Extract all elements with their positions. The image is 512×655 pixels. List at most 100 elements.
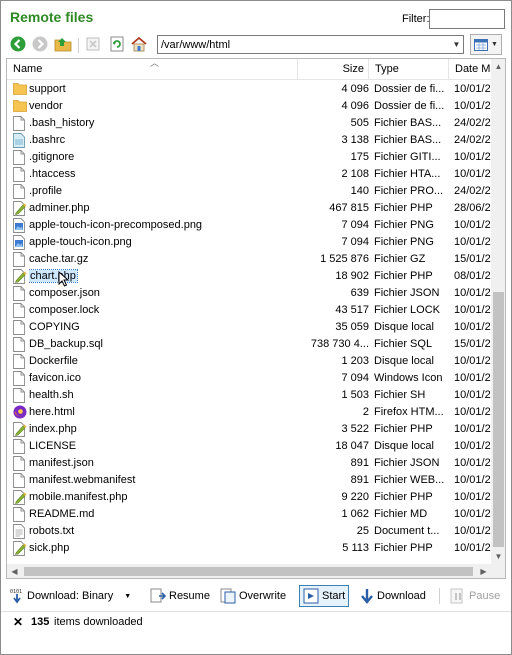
path-input[interactable]: [157, 35, 464, 54]
home-icon[interactable]: [130, 35, 148, 53]
file-name-text: .htaccess: [29, 168, 76, 180]
parent-folder-icon[interactable]: [54, 35, 72, 53]
file-size: 738 730 4...: [303, 336, 369, 353]
panel-title: Remote files: [10, 9, 94, 25]
file-size: 1 525 876: [303, 251, 369, 268]
file-name: .profile: [29, 183, 299, 200]
file-type-text: Fichier HTA...: [374, 168, 441, 180]
file-row[interactable]: cache.tar.gz 1 525 876 Fichier GZ 15/01/2: [7, 251, 491, 268]
file-row[interactable]: here.html 2 Firefox HTM... 10/01/2: [7, 404, 491, 421]
column-date-modified[interactable]: Date M: [449, 59, 491, 80]
download-mode-button[interactable]: 0101 Download: Binary ▼: [7, 585, 134, 607]
file-size-text: 7 094: [341, 219, 369, 231]
file-row[interactable]: composer.json 639 Fichier JSON 10/01/2: [7, 285, 491, 302]
php-file-icon: [13, 422, 27, 437]
file-date-modified-text: 10/01/2: [454, 168, 491, 180]
file-row[interactable]: .bashrc 3 138 Fichier BAS... 24/02/2: [7, 132, 491, 149]
file-type: Fichier HTA...: [374, 166, 448, 183]
column-name[interactable]: Name: [7, 59, 298, 80]
download-button[interactable]: Download: [357, 585, 429, 607]
file-row[interactable]: .bash_history 505 Fichier BAS... 24/02/2: [7, 115, 491, 132]
file-row[interactable]: README.md 1 062 Fichier MD 10/01/2: [7, 506, 491, 523]
overwrite-label: Overwrite: [239, 590, 287, 602]
file-row[interactable]: composer.lock 43 517 Fichier LOCK 10/01/2: [7, 302, 491, 319]
file-type: Fichier GZ: [374, 251, 448, 268]
file-row[interactable]: mobile.manifest.php 9 220 Fichier PHP 10/01…: [7, 489, 491, 506]
file-row[interactable]: manifest.json 891 Fichier JSON 10/01/2: [7, 455, 491, 472]
file-row[interactable]: manifest.webmanifest 891 Fichier WEB... 10/…: [7, 472, 491, 489]
file-row[interactable]: .profile 140 Fichier PRO... 24/02/2: [7, 183, 491, 200]
file-row[interactable]: .htaccess 2 108 Fichier HTA... 10/01/2: [7, 166, 491, 183]
file-row[interactable]: vendor 4 096 Dossier de fi... 10/01/2: [7, 98, 491, 115]
overwrite-icon: [220, 588, 236, 604]
download-mode-label: Download: Binary: [27, 590, 114, 602]
file-size: 505: [303, 115, 369, 132]
back-icon[interactable]: [9, 35, 27, 53]
horizontal-scroll-thumb[interactable]: [24, 567, 473, 576]
file-date-modified: 10/01/2: [454, 489, 491, 506]
file-row[interactable]: index.php 3 522 Fichier PHP 10/01/2: [7, 421, 491, 438]
file-icon: [13, 473, 27, 488]
file-row[interactable]: LICENSE 18 047 Disque local 10/01/2: [7, 438, 491, 455]
php-file-icon: [13, 269, 27, 284]
file-date-modified: 10/01/2: [454, 455, 491, 472]
vertical-scrollbar[interactable]: ▲ ▼: [491, 59, 505, 564]
file-date-modified-text: 10/01/2: [454, 83, 491, 95]
scroll-left-icon[interactable]: ◀: [7, 564, 22, 578]
file-type: Fichier BAS...: [374, 115, 448, 132]
file-size-text: 7 094: [341, 372, 369, 384]
close-icon[interactable]: ✕: [13, 615, 23, 629]
file-row[interactable]: COPYING 35 059 Disque local 10/01/2: [7, 319, 491, 336]
resume-button[interactable]: Resume: [147, 585, 213, 607]
file-type-text: Fichier LOCK: [374, 304, 441, 316]
remote-files-window: Remote files Filter: ▼ ▼ ︿: [0, 0, 512, 655]
file-date-modified-text: 24/02/2: [454, 117, 491, 129]
file-row[interactable]: chart.php 18 902 Fichier PHP 08/01/2: [7, 268, 491, 287]
column-size[interactable]: Size: [298, 59, 369, 80]
refresh-icon[interactable]: [108, 35, 126, 53]
file-row[interactable]: DB_backup.sql 738 730 4... Fichier SQL 15/0…: [7, 336, 491, 353]
file-type-text: Disque local: [374, 440, 434, 452]
file-size: 2: [303, 404, 369, 421]
start-button[interactable]: Start: [299, 585, 350, 607]
file-type-text: Dossier de fi...: [374, 83, 445, 95]
view-options-button[interactable]: ▼: [470, 34, 502, 55]
file-row[interactable]: health.sh 1 503 Fichier SH 10/01/2: [7, 387, 491, 404]
pause-button[interactable]: Pause: [447, 585, 503, 607]
file-name-text: .bash_history: [29, 117, 95, 129]
scroll-down-icon[interactable]: ▼: [491, 549, 505, 564]
file-type: Disque local: [374, 438, 448, 455]
file-row[interactable]: apple-touch-icon-precomposed.png 7 094 Fic…: [7, 217, 491, 234]
file-name-text: manifest.json: [29, 457, 94, 469]
file-type: Windows Icon: [374, 370, 448, 387]
chevron-down-icon[interactable]: ▼: [450, 36, 463, 53]
delete-icon[interactable]: [84, 35, 102, 53]
file-date-modified: 24/02/2: [454, 132, 491, 149]
scroll-thumb[interactable]: [493, 292, 504, 547]
file-row[interactable]: adminer.php 467 815 Fichier PHP 28/06/2: [7, 200, 491, 217]
file-icon: [13, 150, 27, 165]
scroll-up-icon[interactable]: ▲: [491, 59, 505, 74]
transfer-toolbar: 0101 Download: Binary ▼ Resume Overwrite…: [1, 584, 511, 608]
file-row[interactable]: robots.txt 25 Document t... 10/01/2: [7, 523, 491, 540]
forward-icon[interactable]: [31, 35, 49, 53]
downloaded-count: 135: [31, 616, 50, 628]
file-date-modified: 28/06/2: [454, 200, 491, 217]
file-row[interactable]: favicon.ico 7 094 Windows Icon 10/01/2: [7, 370, 491, 387]
horizontal-scrollbar[interactable]: ◀ ▶: [7, 564, 491, 578]
column-type[interactable]: Type: [369, 59, 449, 80]
file-row[interactable]: apple-touch-icon.png 7 094 Fichier PNG 10/0…: [7, 234, 491, 251]
file-date-modified: 10/01/2: [454, 438, 491, 455]
file-date-modified: 24/02/2: [454, 115, 491, 132]
file-row[interactable]: .gitignore 175 Fichier GITI... 10/01/2: [7, 149, 491, 166]
filter-input[interactable]: [429, 9, 505, 29]
file-name: Dockerfile: [29, 353, 299, 370]
file-row[interactable]: support 4 096 Dossier de fi... 10/01/2: [7, 81, 491, 98]
file-date-modified-text: 24/02/2: [454, 134, 491, 146]
file-size: 25: [303, 523, 369, 540]
file-row[interactable]: sick.php 5 113 Fichier PHP 10/01/2: [7, 540, 491, 557]
file-row[interactable]: Dockerfile 1 203 Disque local 10/01/2: [7, 353, 491, 370]
overwrite-button[interactable]: Overwrite: [217, 585, 289, 607]
scroll-right-icon[interactable]: ▶: [476, 564, 491, 578]
file-name-text: .profile: [29, 185, 63, 197]
